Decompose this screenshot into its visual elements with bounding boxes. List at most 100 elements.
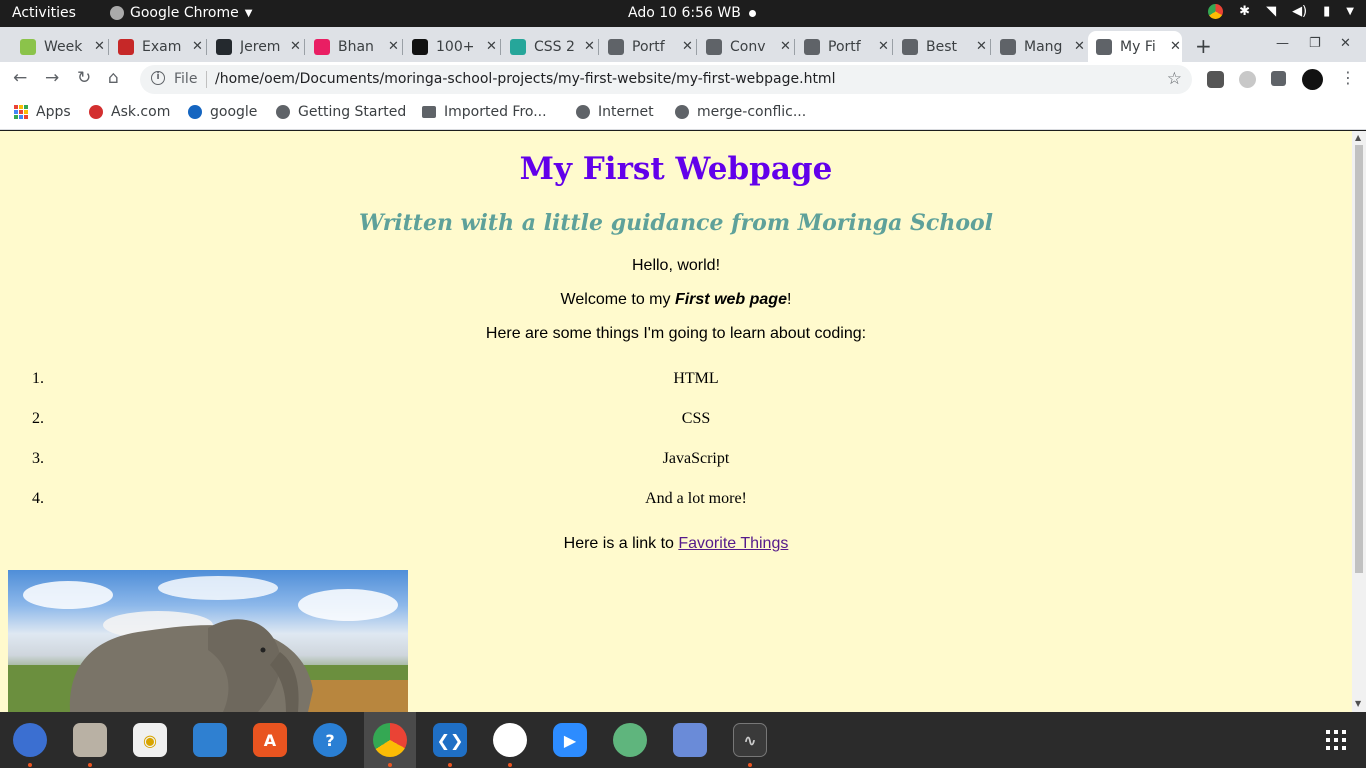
clock[interactable]: Ado 10 6:56 WB [628, 5, 756, 21]
tab-close-icon[interactable]: ✕ [1074, 39, 1085, 54]
browser-tab[interactable]: My Fi ✕ [1088, 31, 1182, 62]
dock-system-monitor-icon[interactable]: ∿ [733, 723, 767, 757]
list-text: JavaScript [662, 450, 730, 467]
battery-icon[interactable]: ▮ [1323, 4, 1330, 19]
dock-writer-icon[interactable] [193, 723, 227, 757]
askcom-bookmark[interactable]: Ask.com [89, 104, 170, 120]
browser-tab[interactable]: Mang ✕ [992, 31, 1089, 62]
activities-button[interactable]: Activities [12, 5, 76, 21]
tab-close-icon[interactable]: ✕ [682, 39, 693, 54]
browser-tab[interactable]: Jerem ✕ [208, 31, 305, 62]
dock-thunderbird-icon[interactable] [13, 723, 47, 757]
tab-title: Jerem [240, 38, 280, 55]
imported-folder-bookmark[interactable]: Imported Fro... [422, 104, 547, 120]
reload-button[interactable]: ↻ [77, 68, 91, 88]
bookmark-label: Getting Started [298, 104, 407, 120]
restore-button[interactable]: ❐ [1309, 36, 1321, 51]
slack-tray-icon[interactable]: ✱ [1239, 4, 1250, 19]
favorite-things-link[interactable]: Favorite Things [678, 535, 788, 552]
home-button[interactable]: ⌂ [108, 68, 119, 88]
dock-software-icon[interactable]: A [253, 723, 287, 757]
close-window-button[interactable]: ✕ [1340, 36, 1351, 51]
tab-close-icon[interactable]: ✕ [976, 39, 987, 54]
file-scheme-label: File [174, 71, 198, 87]
extension-globe-icon[interactable] [1239, 71, 1256, 88]
volume-icon[interactable]: ◀) [1292, 4, 1307, 19]
welcome-paragraph: Welcome to my First web page! [0, 291, 1352, 309]
page-heading: My First Webpage [519, 151, 833, 187]
app-menu[interactable]: Google Chrome ▼ [110, 5, 252, 21]
apps-bookmark[interactable]: Apps [14, 104, 71, 120]
tab-close-icon[interactable]: ✕ [878, 39, 889, 54]
browser-tab[interactable]: Exam ✕ [110, 31, 207, 62]
tab-favicon-icon [510, 38, 526, 55]
bookmark-star-icon[interactable]: ☆ [1167, 69, 1182, 89]
dock-vscode-icon[interactable]: ❮❯ [433, 723, 467, 757]
extension-owl-icon[interactable] [1207, 71, 1224, 88]
url-text[interactable]: /home/oem/Documents/moringa-school-proje… [215, 71, 835, 87]
dock-chrome-icon[interactable] [373, 723, 407, 757]
chrome-tray-icon[interactable] [1208, 4, 1224, 19]
tab-close-icon[interactable]: ✕ [388, 39, 399, 54]
chrome-menu-icon[interactable]: ⋮ [1340, 68, 1356, 87]
new-tab-button[interactable]: + [1195, 34, 1212, 58]
scroll-up-icon[interactable]: ▲ [1355, 133, 1361, 142]
running-indicator [28, 763, 32, 767]
dock-atom-icon[interactable] [613, 723, 647, 757]
tab-close-icon[interactable]: ✕ [584, 39, 595, 54]
back-button[interactable]: ← [13, 68, 27, 88]
wifi-icon[interactable]: ◥ [1266, 4, 1276, 19]
scroll-down-icon[interactable]: ▼ [1355, 699, 1361, 708]
internet-bookmark[interactable]: Internet [576, 104, 654, 120]
running-indicator [388, 763, 392, 767]
tab-close-icon[interactable]: ✕ [94, 39, 105, 54]
dock-help-icon[interactable]: ? [313, 723, 347, 757]
browser-tab[interactable]: Best ✕ [894, 31, 991, 62]
profile-avatar[interactable] [1302, 69, 1323, 90]
welcome-prefix: Welcome to my [560, 291, 675, 308]
globe-icon [576, 105, 590, 119]
browser-tab[interactable]: Portf ✕ [796, 31, 893, 62]
tab-title: Portf [828, 38, 861, 55]
hello-paragraph: Hello, world! [631, 257, 721, 274]
folder-icon [422, 106, 436, 118]
tab-close-icon[interactable]: ✕ [1170, 39, 1181, 54]
page-scrollbar[interactable]: ▲ ▼ [1352, 131, 1366, 712]
address-bar[interactable]: i File /home/oem/Documents/moringa-schoo… [140, 65, 1192, 94]
running-indicator [748, 763, 752, 767]
browser-tab[interactable]: CSS 2 ✕ [502, 31, 599, 62]
chevron-down-icon: ▼ [244, 7, 253, 19]
system-menu-chevron-icon[interactable]: ▼ [1346, 6, 1354, 17]
browser-tab[interactable]: Week ✕ [12, 31, 109, 62]
dock-files-icon[interactable] [73, 723, 107, 757]
browser-tab[interactable]: Conv ✕ [698, 31, 795, 62]
dock-screenshot-icon[interactable] [673, 723, 707, 757]
tab-close-icon[interactable]: ✕ [486, 39, 497, 54]
list-text: And a lot more! [645, 490, 747, 507]
tab-separator [206, 39, 207, 55]
google-bookmark[interactable]: google [188, 104, 257, 120]
tab-separator [696, 39, 697, 55]
dock-slack-icon[interactable] [493, 723, 527, 757]
welcome-emphasis: First web page [674, 291, 787, 308]
info-icon[interactable]: i [151, 71, 165, 85]
browser-tab[interactable]: Bhan ✕ [306, 31, 403, 62]
tab-close-icon[interactable]: ✕ [192, 39, 203, 54]
browser-tab[interactable]: Portf ✕ [600, 31, 697, 62]
browser-toolbar: ← → ↻ ⌂ i File /home/oem/Documents/morin… [0, 62, 1366, 96]
tab-title: 100+ [436, 38, 475, 55]
minimize-button[interactable]: — [1276, 36, 1289, 51]
tab-close-icon[interactable]: ✕ [290, 39, 301, 54]
dock-rhythmbox-icon[interactable]: ◉ [133, 723, 167, 757]
tab-favicon-icon [1000, 38, 1016, 55]
forward-button[interactable]: → [45, 68, 59, 88]
dock-zoom-icon[interactable]: ▶ [553, 723, 587, 757]
getting-started-bookmark[interactable]: Getting Started [276, 104, 406, 120]
show-applications-button[interactable] [1326, 730, 1346, 750]
merge-conflict-bookmark[interactable]: merge-conflic... [675, 104, 806, 120]
extensions-puzzle-icon[interactable] [1271, 71, 1286, 86]
elephant-photo [8, 570, 408, 712]
browser-tab[interactable]: 100+ ✕ [404, 31, 501, 62]
scrollbar-thumb[interactable] [1355, 145, 1363, 573]
tab-close-icon[interactable]: ✕ [780, 39, 791, 54]
